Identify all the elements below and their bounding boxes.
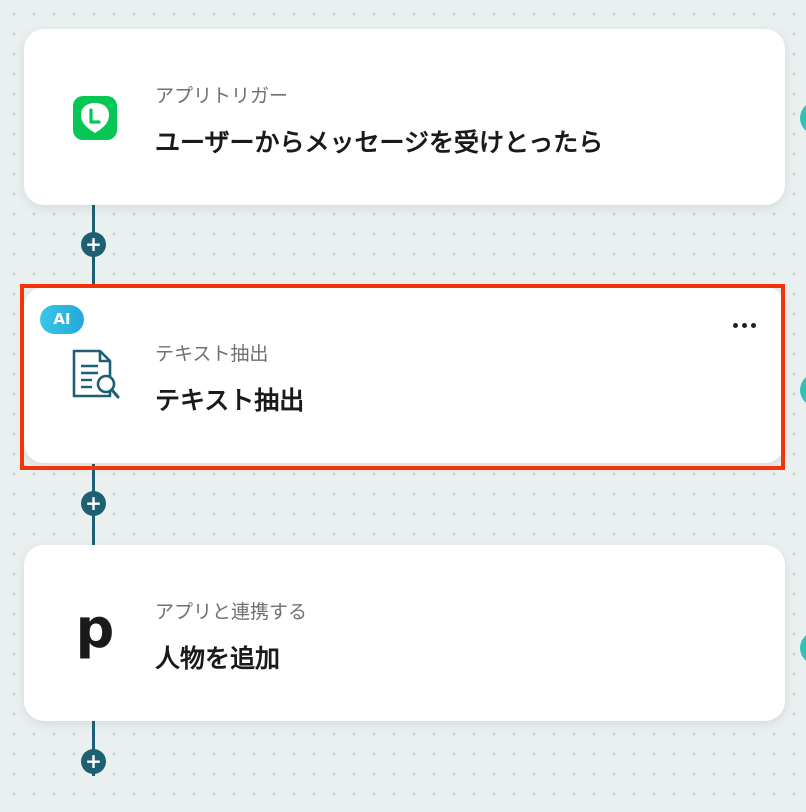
step-type-label: アプリと連携する xyxy=(155,601,308,623)
step-title: テキスト抽出 xyxy=(155,386,305,415)
step-type-label: テキスト抽出 xyxy=(155,343,269,365)
pipedrive-logo: p xyxy=(75,597,115,660)
step-title: ユーザーからメッセージを受けとったら xyxy=(155,128,604,157)
more-dot xyxy=(732,322,738,328)
step-handle[interactable] xyxy=(800,630,806,666)
step-card-trigger[interactable]: アプリトリガー ユーザーからメッセージを受けとったら xyxy=(24,29,785,205)
pipedrive-icon: p xyxy=(66,597,124,663)
add-step-button[interactable]: + xyxy=(81,491,106,516)
line-icon xyxy=(66,89,124,147)
step-handle[interactable] xyxy=(800,100,806,136)
step-handle[interactable] xyxy=(800,372,806,408)
step-type-label: アプリトリガー xyxy=(155,85,289,107)
ai-badge: AI xyxy=(40,305,84,334)
step-title: 人物を追加 xyxy=(155,644,281,673)
more-options-button[interactable] xyxy=(726,313,762,337)
step-card-text-extraction[interactable]: テキスト抽出 テキスト抽出 xyxy=(24,287,785,463)
step-card-add-person[interactable]: p アプリと連携する 人物を追加 xyxy=(24,545,785,721)
more-dot xyxy=(750,322,756,328)
add-step-button[interactable]: + xyxy=(81,749,106,774)
document-search-icon xyxy=(66,347,124,405)
more-dot xyxy=(741,322,747,328)
add-step-button[interactable]: + xyxy=(81,232,106,257)
